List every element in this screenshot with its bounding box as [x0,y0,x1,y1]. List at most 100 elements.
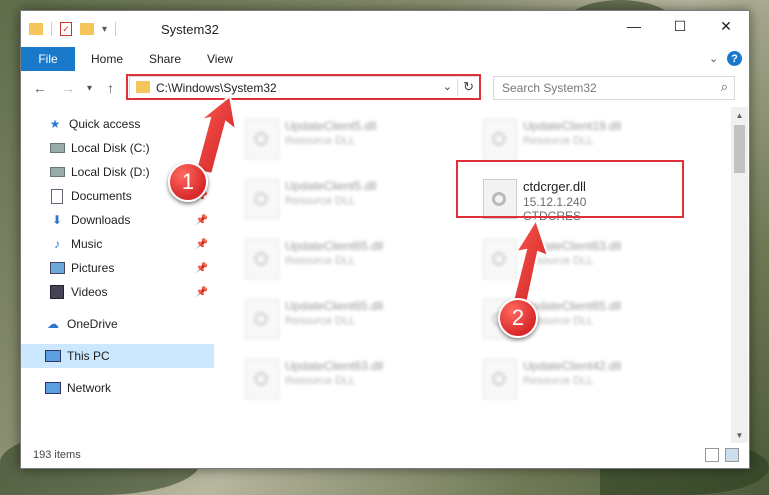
scroll-thumb[interactable] [734,125,745,173]
sidebar-item-label: Local Disk (D:) [71,165,150,179]
recent-locations-icon[interactable]: ▾ [87,83,92,94]
file-name: UpdateClient63.dll [523,239,622,253]
computer-icon [45,348,61,364]
file-item[interactable]: UpdateClient63.dll Resource DLL [479,235,709,283]
title-bar: ✓ ▾ System32 — ☐ ✕ [21,11,749,47]
help-icon[interactable]: ? [727,51,742,66]
search-input[interactable]: Search System32 ⌕ [493,76,735,100]
sidebar-item-downloads[interactable]: ⬇ Downloads 📌 [21,208,214,232]
large-icons-view-icon[interactable] [725,448,739,462]
new-folder-icon[interactable] [80,23,94,35]
file-item[interactable]: UpdateClient5.dll Resource DLL [241,175,471,223]
details-view-icon[interactable] [705,448,719,462]
sidebar-item-onedrive[interactable]: ☁ OneDrive [21,312,214,336]
sidebar-item-this-pc[interactable]: This PC [21,344,214,368]
file-item[interactable]: UpdateClient19.dll Resource DLL [479,115,709,163]
explorer-window: ✓ ▾ System32 — ☐ ✕ File Home Share View … [20,10,750,469]
navigation-pane: ★ Quick access Local Disk (C:) Local Dis… [21,107,214,443]
separator [51,22,52,36]
vertical-scrollbar[interactable]: ▲ ▼ [731,107,748,443]
scroll-up-icon[interactable]: ▲ [731,107,748,123]
sidebar-item-pictures[interactable]: Pictures 📌 [21,256,214,280]
pin-icon[interactable]: 📌 [196,239,208,250]
address-highlight-box [126,74,481,100]
dll-file-icon [483,239,517,279]
close-button[interactable]: ✕ [703,11,749,41]
file-name: UpdateClient19.dll [523,119,622,133]
callout-badge-1: 1 [168,162,208,202]
tab-share[interactable]: Share [149,47,181,71]
tab-file[interactable]: File [21,47,75,71]
window-title: System32 [161,22,219,37]
sidebar-item-quick-access[interactable]: ★ Quick access [21,112,214,136]
back-arrow-icon[interactable]: ← [33,80,47,96]
sidebar-item-label: Network [67,381,112,395]
minimize-button[interactable]: — [611,11,657,41]
star-icon: ★ [49,117,61,131]
tab-home[interactable]: Home [91,47,123,71]
folder-icon[interactable] [29,23,43,35]
file-name: UpdateClient5.dll [285,179,377,193]
file-name: UpdateClient42.dll [523,359,622,373]
sidebar-item-label: OneDrive [67,317,118,331]
sidebar-item-music[interactable]: ♪ Music 📌 [21,232,214,256]
documents-icon [49,188,65,204]
pin-icon[interactable]: 📌 [196,287,208,298]
forward-arrow-icon[interactable]: → [61,80,75,96]
pin-icon[interactable]: 📌 [196,263,208,274]
sidebar-item-label: Pictures [71,261,115,275]
file-type: Resource DLL [523,135,594,147]
sidebar-item-network[interactable]: Network [21,376,214,400]
file-item[interactable]: UpdateClient42.dll Resource DLL [479,355,709,403]
up-arrow-icon[interactable]: ↑ [107,80,114,96]
file-item[interactable]: UpdateClient63.dll Resource DLL [241,355,471,403]
file-type: Resource DLL [285,315,356,327]
callout-badge-2: 2 [498,298,538,338]
sidebar-item-label: Downloads [71,213,131,227]
dll-file-icon [245,119,279,159]
sidebar-item-local-disk-c[interactable]: Local Disk (C:) [21,136,214,160]
file-item[interactable]: UpdateClient5.dll Resource DLL [241,115,471,163]
videos-icon [49,284,65,300]
dll-file-icon [245,299,279,339]
sidebar-item-label: Music [71,237,103,251]
customize-toolbar-icon[interactable]: ▾ [102,24,107,35]
dll-file-icon [245,239,279,279]
dll-file-icon [483,119,517,159]
expand-ribbon-icon[interactable]: ⌄ [709,52,718,65]
dll-file-icon [483,359,517,399]
drive-icon [49,140,65,156]
file-highlight-box [456,160,684,218]
file-list: UpdateClient5.dll Resource DLL UpdateCli… [221,107,731,443]
item-count: 193 items [33,449,81,461]
sidebar-item-label: This PC [67,349,110,363]
properties-icon[interactable]: ✓ [60,22,72,36]
file-item[interactable]: UpdateClient65.dll Resource DLL [241,295,471,343]
file-type: Resource DLL [285,255,356,267]
network-icon [45,380,61,396]
search-placeholder: Search System32 [502,81,597,95]
tab-view[interactable]: View [207,47,233,71]
pictures-icon [49,260,65,276]
sidebar-item-label: Documents [71,189,132,203]
file-type: Resource DLL [523,255,594,267]
cloud-icon: ☁ [47,317,59,331]
ribbon-tabs: File Home Share View ⌄ ? [21,47,749,71]
sidebar-item-videos[interactable]: Videos 📌 [21,280,214,304]
sidebar-item-label: Quick access [69,117,141,131]
scroll-down-icon[interactable]: ▼ [731,427,748,443]
file-name: UpdateClient65.dll [285,299,384,313]
file-type: Resource DLL [285,375,356,387]
file-type: Resource DLL [285,195,356,207]
file-name: UpdateClient63.dll [285,359,384,373]
sidebar-item-label: Local Disk (C:) [71,141,150,155]
pin-icon[interactable]: 📌 [196,215,208,226]
sidebar-item-label: Videos [71,285,108,299]
drive-icon [49,164,65,180]
music-icon: ♪ [54,237,60,251]
navigation-bar: ← → ▾ ↑ C:\Windows\System32 ⌄ ↻ Search S… [21,71,749,106]
file-item[interactable]: UpdateClient65.dll Resource DLL [241,235,471,283]
quick-access-toolbar: ✓ ▾ [29,20,117,38]
search-icon[interactable]: ⌕ [721,79,728,95]
maximize-button[interactable]: ☐ [657,11,703,41]
